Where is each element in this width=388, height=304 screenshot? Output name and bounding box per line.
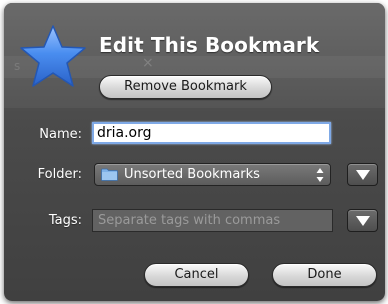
folder-expand-button[interactable]: [347, 163, 378, 186]
triangle-down-icon: [356, 216, 370, 226]
name-label: Name:: [39, 127, 82, 142]
edit-bookmark-panel: s × Edit This Bookmark Remove Bookmark N…: [4, 3, 385, 301]
star-icon: [20, 25, 86, 87]
tags-field[interactable]: Separate tags with commas: [92, 209, 333, 232]
name-field[interactable]: dria.org: [92, 122, 331, 144]
screenshot-frame: s × Edit This Bookmark Remove Bookmark N…: [0, 0, 388, 304]
done-button[interactable]: Done: [272, 263, 377, 287]
tags-expand-button[interactable]: [347, 209, 378, 232]
updown-arrows-icon: [316, 168, 324, 182]
tags-label: Tags:: [48, 213, 82, 228]
triangle-down-icon: [356, 170, 370, 180]
folder-icon: [101, 168, 118, 181]
folder-select[interactable]: Unsorted Bookmarks: [94, 163, 331, 186]
background-tab-close-icon: ×: [142, 55, 154, 71]
dialog-title: Edit This Bookmark: [99, 33, 320, 57]
folder-selected-value: Unsorted Bookmarks: [124, 167, 260, 182]
cancel-button[interactable]: Cancel: [144, 263, 249, 287]
remove-bookmark-button[interactable]: Remove Bookmark: [99, 75, 272, 99]
folder-label: Folder:: [37, 167, 82, 182]
